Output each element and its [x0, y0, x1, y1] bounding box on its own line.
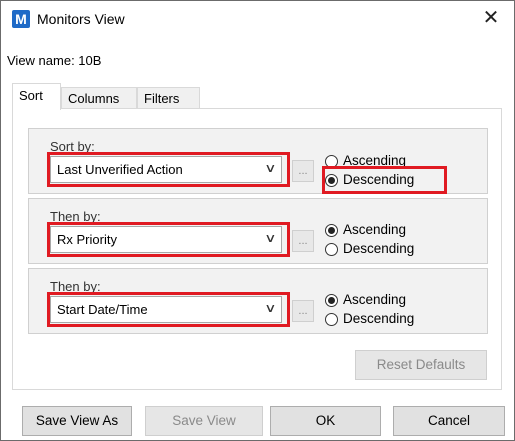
- ok-button[interactable]: OK: [270, 406, 381, 436]
- radio-label: Descending: [343, 172, 415, 187]
- sort-by-ellipsis-button[interactable]: ...: [292, 160, 314, 182]
- radio-label: Descending: [343, 311, 415, 326]
- radio-label: Descending: [343, 241, 415, 256]
- radio-label: Ascending: [343, 292, 407, 307]
- radio-circle-icon: [325, 243, 338, 256]
- app-logo-icon: M: [12, 10, 30, 28]
- tab-columns[interactable]: Columns: [61, 87, 137, 108]
- save-view-as-button[interactable]: Save View As: [22, 406, 132, 436]
- reset-defaults-button[interactable]: Reset Defaults: [355, 350, 487, 380]
- sort-by-label: Sort by:: [50, 139, 95, 154]
- monitors-view-dialog: M Monitors View ✕ View name: 10B Sort Co…: [0, 0, 515, 441]
- then-by-group-1: Then by: Rx Priority ∨ ... Ascending Des…: [28, 198, 488, 264]
- sort-by-value: Last Unverified Action: [57, 162, 183, 177]
- tab-sort[interactable]: Sort: [12, 83, 61, 110]
- close-icon[interactable]: ✕: [480, 7, 502, 29]
- chevron-down-icon: ∨: [264, 231, 277, 245]
- radio-label: Ascending: [343, 222, 407, 237]
- window-title: Monitors View: [37, 11, 125, 27]
- view-name-label: View name: 10B: [7, 53, 102, 68]
- then-by-ellipsis-button-1[interactable]: ...: [292, 230, 314, 252]
- save-view-button[interactable]: Save View: [145, 406, 263, 436]
- then-by-label: Then by:: [50, 279, 101, 294]
- sort-by-group: Sort by: Last Unverified Action ∨ ... As…: [28, 128, 488, 194]
- then-by-value: Rx Priority: [57, 232, 117, 247]
- radio-checked-icon: [325, 174, 338, 187]
- then-by-group-2: Then by: Start Date/Time ∨ ... Ascending…: [28, 268, 488, 334]
- sort-by-select[interactable]: Last Unverified Action ∨: [50, 156, 282, 183]
- chevron-down-icon: ∨: [264, 161, 277, 175]
- cancel-button[interactable]: Cancel: [393, 406, 505, 436]
- then-by-ellipsis-button-2[interactable]: ...: [292, 300, 314, 322]
- tab-filters[interactable]: Filters: [137, 87, 200, 108]
- then-by-select-2[interactable]: Start Date/Time ∨: [50, 296, 282, 323]
- radio-checked-icon: [325, 294, 338, 307]
- then-by-select-1[interactable]: Rx Priority ∨: [50, 226, 282, 253]
- radio-circle-icon: [325, 313, 338, 326]
- then-by-value: Start Date/Time: [57, 302, 148, 317]
- then-by-label: Then by:: [50, 209, 101, 224]
- title-bar: M Monitors View ✕: [1, 1, 514, 37]
- radio-circle-icon: [325, 155, 338, 168]
- radio-label: Ascending: [343, 153, 407, 168]
- radio-checked-icon: [325, 224, 338, 237]
- chevron-down-icon: ∨: [264, 301, 277, 315]
